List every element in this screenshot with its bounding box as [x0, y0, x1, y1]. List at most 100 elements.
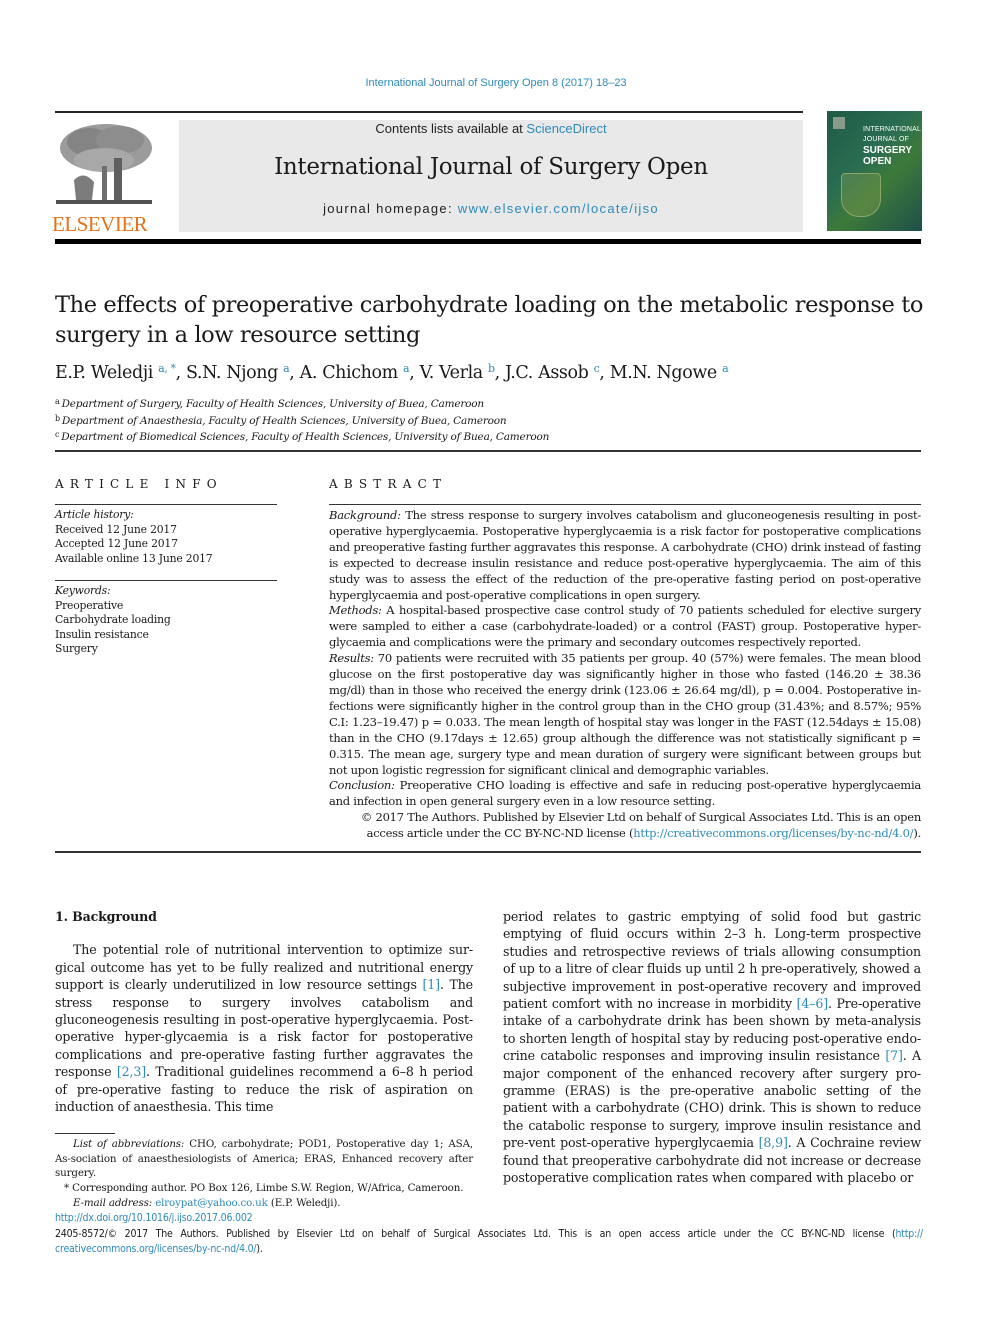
- homepage-line: journal homepage: www.elsevier.com/locat…: [179, 201, 803, 216]
- abstract-heading: ABSTRACT: [329, 477, 448, 491]
- issn-copyright: 2405-8572/© 2017 The Authors. Published …: [55, 1227, 923, 1243]
- license-link[interactable]: http://creativecommons.org/licenses/by-n…: [633, 826, 913, 840]
- keyword: Surgery: [55, 642, 98, 655]
- body-paragraph: period relates to gastric emptying of so…: [503, 908, 921, 1187]
- elsevier-logo[interactable]: ELSEVIER: [52, 120, 156, 236]
- cover-title-line: OPEN: [863, 156, 892, 167]
- author-affiliation-marker[interactable]: a: [283, 362, 290, 375]
- author-affiliation-marker[interactable]: b: [488, 362, 495, 375]
- email-note: E-mail address: elroypat@yahoo.co.uk (E.…: [55, 1196, 473, 1211]
- body-paragraph: The potential role of nutritional interv…: [55, 941, 473, 1115]
- body-column-left: 1. Background The potential role of nutr…: [55, 908, 473, 1115]
- article-info-rule: [55, 504, 277, 505]
- author-name: J.C. Assob: [504, 363, 589, 383]
- affiliation-text: Department of Anaesthesia, Faculty of He…: [61, 414, 507, 427]
- affiliation: a Department of Surgery, Faculty of Healt…: [55, 395, 549, 412]
- affiliation: b Department of Anaesthesia, Faculty of H…: [55, 412, 549, 429]
- abstract-methods: Methods: A hospital-based prospective ca…: [329, 603, 921, 651]
- abstract-bottom-rule: [55, 851, 921, 853]
- abstract-label: Background:: [329, 508, 401, 522]
- section-heading: 1. Background: [55, 909, 157, 924]
- keyword: Preoperative: [55, 598, 124, 612]
- citation-link[interactable]: [8,9]: [759, 1135, 788, 1150]
- author[interactable]: E.P. Weledji a, *: [55, 362, 176, 383]
- abstract-label: Results:: [329, 651, 374, 666]
- abstract-label: Conclusion:: [329, 778, 395, 793]
- article-history: Article history: Received 12 June 2017 A…: [55, 508, 213, 566]
- footnotes: List of abbreviations: CHO, carbohydrate…: [55, 1137, 473, 1211]
- doi-block: http://dx.doi.org/10.1016/j.ijso.2017.06…: [55, 1211, 923, 1258]
- affiliation-text: Department of Biomedical Sciences, Facul…: [61, 431, 550, 443]
- keywords: Keywords: Preoperative Carbohydrate load…: [55, 584, 171, 657]
- abstract-text: The stress response to surgery involves …: [329, 508, 921, 602]
- author[interactable]: J.C. Assob c: [504, 362, 600, 383]
- article-title: The effects of preoperative carbohydrate…: [55, 292, 924, 348]
- abbreviations-footnote: List of abbreviations: CHO, carbohydrate…: [55, 1137, 473, 1181]
- footnote-rule: [55, 1133, 115, 1134]
- cover-publisher-mark-icon: [833, 117, 845, 129]
- journal-cover-image[interactable]: INTERNATIONAL JOURNAL OF SURGERY OPEN: [827, 111, 922, 231]
- license-link[interactable]: http://: [895, 1228, 923, 1240]
- keyword: Carbohydrate loading: [55, 613, 171, 626]
- abstract-conclusion: Conclusion: Preoperative CHO loading is …: [329, 778, 921, 810]
- abstract-text: Preoperative CHO loading is effective an…: [329, 778, 921, 809]
- author-name: M.N. Ngowe: [609, 363, 718, 383]
- keywords-rule: [55, 580, 277, 581]
- author-affiliation-marker[interactable]: a: [722, 362, 729, 375]
- abstract-body: Background: The stress response to surge…: [329, 508, 921, 842]
- journal-name: International Journal of Surgery Open: [274, 154, 708, 180]
- contents-line: Contents lists available at ScienceDirec…: [179, 121, 803, 136]
- copyright-end: ).: [913, 826, 921, 841]
- cover-title-line: INTERNATIONAL: [863, 126, 922, 133]
- keywords-label: Keywords:: [55, 584, 111, 597]
- abbreviations-label: List of abbreviations:: [73, 1138, 185, 1150]
- affiliation-mark: c: [55, 430, 60, 439]
- affiliations: a Department of Surgery, Faculty of Healt…: [55, 395, 549, 445]
- sciencedirect-link[interactable]: ScienceDirect: [526, 121, 606, 136]
- affiliation-mark: b: [55, 413, 60, 423]
- affiliation-mark: a: [55, 397, 60, 406]
- license-end: ).: [256, 1243, 263, 1255]
- affiliation: c Department of Biomedical Sciences, Facu…: [55, 428, 549, 445]
- cover-title-line: JOURNAL OF: [863, 136, 910, 143]
- author-name: S.N. Njong: [185, 363, 278, 383]
- doi-link[interactable]: http://dx.doi.org/10.1016/j.ijso.2017.06…: [55, 1212, 253, 1224]
- affiliation-text: Department of Surgery, Faculty of Health…: [61, 398, 485, 410]
- abstract-copyright: © 2017 The Authors. Published by Elsevie…: [329, 810, 921, 842]
- author[interactable]: V. Verla b: [419, 362, 496, 383]
- author-affiliation-marker[interactable]: a: [403, 362, 410, 375]
- citation-link[interactable]: [7]: [885, 1048, 903, 1063]
- author[interactable]: S.N. Njong a: [185, 362, 290, 383]
- citation-link[interactable]: [2,3]: [117, 1064, 146, 1079]
- running-head[interactable]: International Journal of Surgery Open 8 …: [0, 77, 992, 89]
- elsevier-tree-icon: [56, 124, 152, 204]
- journal-homepage-link[interactable]: www.elsevier.com/locate/ijso: [458, 201, 659, 216]
- author[interactable]: A. Chichom a: [299, 362, 410, 383]
- journal-banner: Contents lists available at ScienceDirec…: [179, 120, 803, 232]
- citation-link[interactable]: [1]: [423, 977, 441, 992]
- abstract-background: Background: The stress response to surge…: [329, 508, 921, 603]
- elsevier-wordmark: ELSEVIER: [52, 212, 148, 236]
- abstract-text: 70 patients were recruited with 35 patie…: [329, 651, 921, 777]
- author-name: A. Chichom: [299, 363, 399, 383]
- masthead-top-rule: [55, 111, 803, 113]
- body-column-right: period relates to gastric emptying of so…: [503, 908, 921, 1187]
- history-item: Accepted 12 June 2017: [55, 537, 178, 550]
- citation-link[interactable]: [4–6]: [797, 996, 829, 1011]
- author-affiliation-marker[interactable]: c: [594, 362, 600, 375]
- author[interactable]: M.N. Ngowe a: [609, 362, 729, 383]
- cover-title-line: SURGERY: [863, 145, 913, 156]
- abstract-text: A hospital-based prospective case contro…: [329, 603, 921, 650]
- author-affiliation-marker[interactable]: a, *: [158, 362, 176, 375]
- keyword: Insulin resistance: [55, 627, 149, 641]
- email-label: E-mail address:: [73, 1196, 153, 1209]
- license-link[interactable]: creativecommons.org/licenses/by-nc-nd/4.…: [55, 1243, 257, 1255]
- abstract-label: Methods:: [329, 603, 382, 618]
- issn-text: 2405-8572/© 2017 The Authors. Published …: [55, 1227, 896, 1240]
- email-link[interactable]: elroypat@yahoo.co.uk: [155, 1197, 268, 1209]
- corresponding-author-note: * Corresponding author. PO Box 126, Limb…: [64, 1182, 464, 1195]
- author-name: E.P. Weledji: [55, 363, 153, 383]
- author-name: V. Verla: [419, 363, 484, 383]
- cover-title: INTERNATIONAL JOURNAL OF SURGERY OPEN: [863, 125, 921, 167]
- contents-prefix: Contents lists available at: [375, 121, 527, 136]
